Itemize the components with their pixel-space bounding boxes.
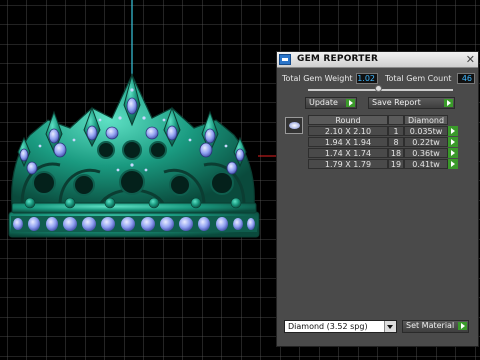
close-icon[interactable]: ✕ (466, 53, 475, 66)
total-gem-weight-value: 1.02 (356, 73, 378, 84)
round-gem-icon[interactable] (285, 117, 303, 134)
gem-size: 2.10 X 2.10 (308, 126, 388, 136)
play-icon (458, 322, 467, 330)
table-row[interactable]: 2.10 X 2.10 1 0.035tw (308, 126, 460, 137)
gem-weight: 0.41tw (404, 159, 448, 169)
row-select-arrow-icon[interactable] (448, 126, 458, 136)
gem-size: 1.79 X 1.79 (308, 159, 388, 169)
material-dropdown[interactable]: Diamond (3.52 spg) (284, 320, 397, 333)
save-report-button-label: Save Report (372, 98, 421, 107)
gem-weight: 0.36tw (404, 148, 448, 158)
gem-weight: 0.035tw (404, 126, 448, 136)
table-row[interactable]: 1.79 X 1.79 19 0.41tw (308, 159, 460, 170)
table-row[interactable]: 1.94 X 1.94 8 0.22tw (308, 137, 460, 148)
report-slider-handle[interactable] (375, 85, 382, 92)
panel-titlebar[interactable]: GEM REPORTER ✕ (277, 52, 478, 68)
column-header-material: Diamond (404, 115, 448, 125)
gem-size: 1.94 X 1.94 (308, 137, 388, 147)
set-material-button[interactable]: Set Material (402, 320, 469, 333)
column-header-count (388, 115, 404, 125)
update-button-label: Update (309, 98, 338, 107)
chevron-down-icon (384, 321, 396, 332)
total-gem-weight-label: Total Gem Weight (282, 74, 353, 83)
update-button[interactable]: Update (305, 97, 357, 109)
column-header-shape: Round (308, 115, 388, 125)
total-gem-count-label: Total Gem Count (385, 74, 452, 83)
set-material-button-label: Set Material (406, 321, 455, 330)
row-select-arrow-icon[interactable] (448, 148, 458, 158)
gem-count: 8 (388, 137, 404, 147)
total-gem-count-value: 46 (457, 73, 475, 84)
play-icon (444, 99, 453, 107)
play-icon (346, 99, 355, 107)
table-row[interactable]: 1.74 X 1.74 18 0.36tw (308, 148, 460, 159)
panel-title: GEM REPORTER (297, 54, 379, 64)
row-select-arrow-icon[interactable] (448, 137, 458, 147)
material-dropdown-value: Diamond (3.52 spg) (288, 322, 368, 331)
gem-weight: 0.22tw (404, 137, 448, 147)
gem-size: 1.74 X 1.74 (308, 148, 388, 158)
gem-count: 19 (388, 159, 404, 169)
gem-table-header: Round Diamond (308, 115, 460, 126)
gem-reporter-app-icon (279, 54, 291, 65)
gem-reporter-panel: GEM REPORTER ✕ Total Gem Weight 1.02 Tot… (276, 51, 479, 347)
gem-table: Round Diamond 2.10 X 2.10 1 0.035tw 1.94… (308, 115, 460, 170)
gem-count: 1 (388, 126, 404, 136)
row-select-arrow-icon[interactable] (448, 159, 458, 169)
gem-count: 18 (388, 148, 404, 158)
save-report-button[interactable]: Save Report (368, 97, 455, 109)
